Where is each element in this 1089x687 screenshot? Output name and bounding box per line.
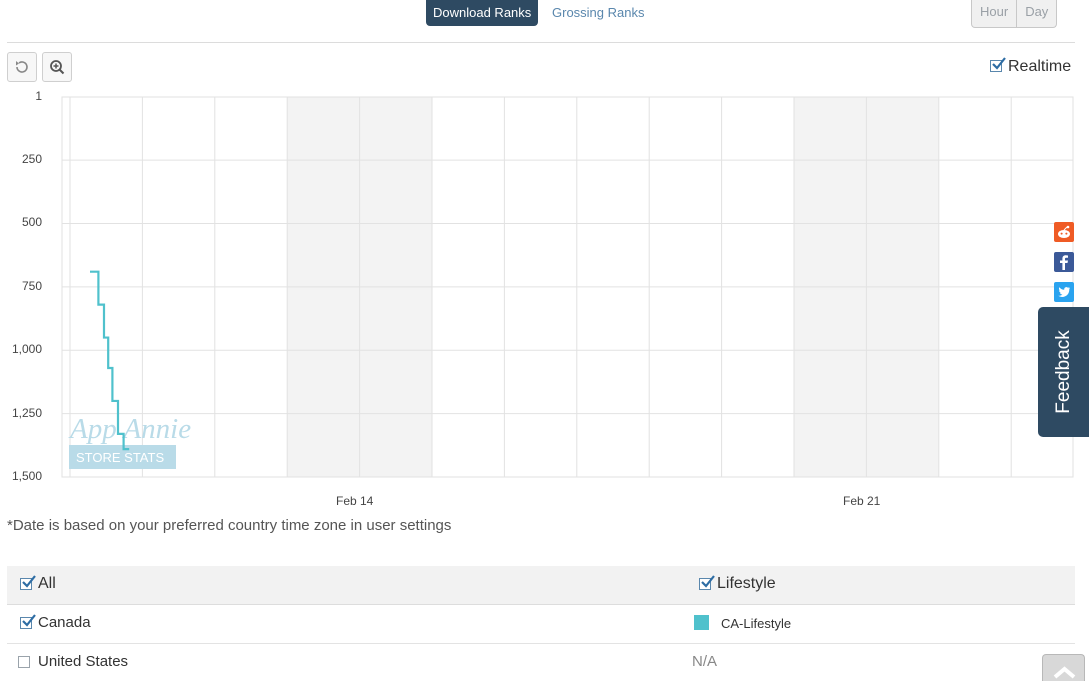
table-row: Canada CA-Lifestyle [7,605,1075,644]
checkmark-icon [22,575,36,588]
y-tick-label: 1,500 [11,469,42,483]
united-states-checkbox[interactable] [18,656,30,668]
all-label: All [38,575,56,592]
twitter-icon [1058,287,1070,297]
divider [7,42,1075,43]
app-annie-watermark: App Annie STORE STATS [68,413,191,469]
granularity-day-button[interactable]: Day [1016,0,1056,27]
undo-icon [16,61,28,73]
y-tick-label: 1,250 [11,405,42,420]
x-tick-feb-14: Feb 14 [336,494,374,508]
granularity-hour-button[interactable]: Hour [972,0,1016,27]
x-tick-feb-21: Feb 21 [843,494,881,508]
tab-download-ranks[interactable]: Download Ranks [426,0,539,26]
y-tick-label: 1 [35,89,42,103]
united-states-value: N/A [692,653,718,670]
checkmark-icon [22,614,36,627]
y-tick-label: 750 [21,278,42,293]
series-label-ca-lifestyle: CA-Lifestyle [721,616,792,631]
realtime-checkbox[interactable] [990,57,1006,72]
twitter-share-button[interactable] [1054,282,1074,302]
realtime-label: Realtime [1008,58,1072,75]
granularity-toggle: Hour Day [971,0,1058,28]
rank-chart: App Annie STORE STATS [61,96,1074,478]
reddit-share-button[interactable] [1054,222,1074,242]
canada-checkbox[interactable] [20,614,36,629]
table-row: United States N/A [7,644,1075,682]
country-united-states: United States [38,653,129,670]
lifestyle-checkbox[interactable] [699,575,715,590]
chevron-up-icon [1053,666,1076,679]
country-canada: Canada [38,614,91,631]
reddit-icon [1058,225,1070,238]
feedback-label: Feedback [1052,330,1074,414]
table-header-row: All Lifestyle [7,566,1075,605]
all-checkbox[interactable] [20,575,36,590]
watermark-subtitle: STORE STATS [76,450,164,465]
zoom-in-icon [50,60,65,75]
y-tick-label: 250 [21,152,42,167]
lifestyle-label: Lifestyle [717,575,776,592]
reset-zoom-button[interactable] [7,52,37,82]
facebook-share-button[interactable] [1054,252,1074,272]
facebook-icon [1060,255,1068,270]
checkmark-icon [701,575,715,588]
checkmark-icon [992,57,1006,70]
feedback-button[interactable]: Feedback [1038,307,1089,437]
scroll-to-top-button[interactable] [1042,654,1085,681]
series-color-swatch [694,615,709,630]
tab-grossing-ranks[interactable]: Grossing Ranks [545,0,651,26]
y-tick-label: 500 [21,215,42,230]
timezone-note: *Date is based on your preferred country… [7,517,452,534]
watermark-title: App Annie [68,413,191,445]
zoom-button[interactable] [42,52,72,82]
y-tick-label: 1,000 [11,342,42,357]
